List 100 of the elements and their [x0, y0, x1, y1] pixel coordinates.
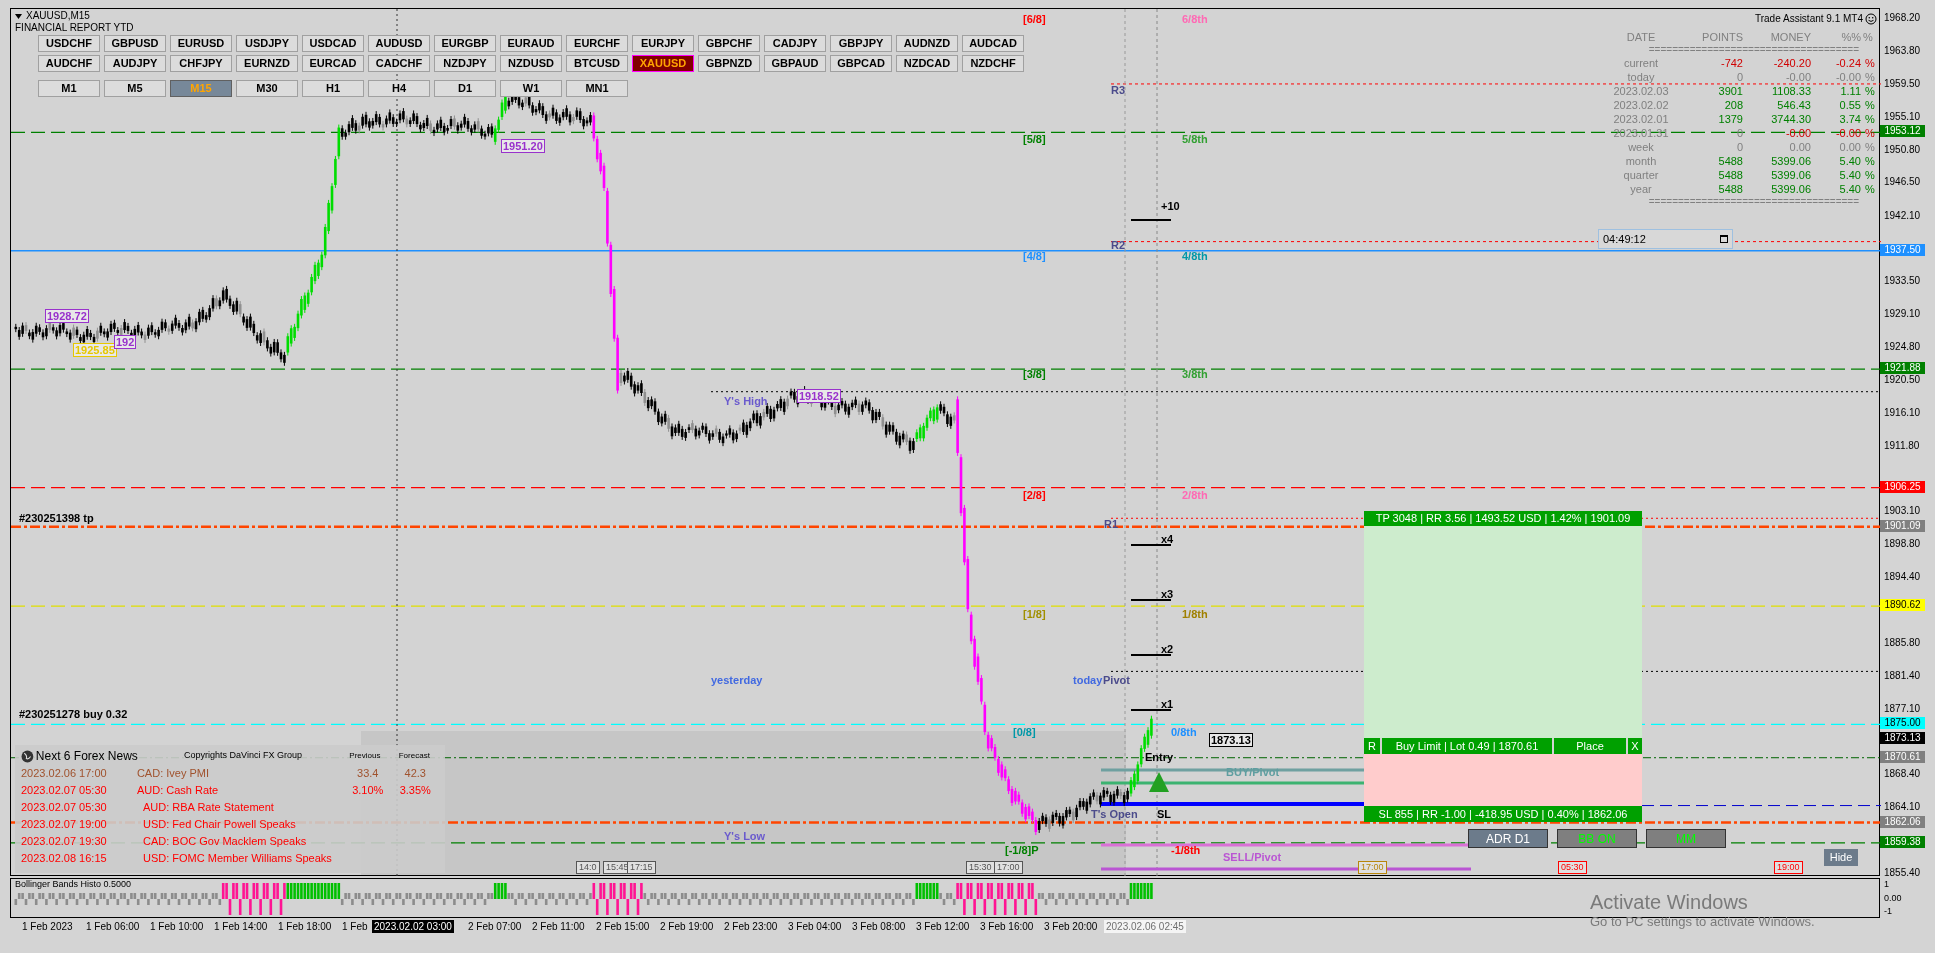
price-tag: 1921.88	[1880, 362, 1925, 375]
symbol-button[interactable]: GBPJPY	[830, 35, 892, 52]
timeframe-button[interactable]: H4	[368, 80, 430, 97]
symbol-button[interactable]: CADJPY	[764, 35, 826, 52]
chart-label: #230251398 tp	[19, 512, 94, 524]
hide-button[interactable]: Hide	[1824, 849, 1858, 866]
chart-label: T's Open	[1091, 808, 1138, 820]
timeframe-button[interactable]: MN1	[566, 80, 628, 97]
symbol-button[interactable]: AUDCHF	[38, 55, 100, 72]
symbol-button[interactable]: USDJPY	[236, 35, 298, 52]
price-label: 1873.13	[1209, 733, 1253, 747]
table-cell-text: 5399.06	[1770, 154, 1811, 168]
symbol-button[interactable]: AUDCAD	[962, 35, 1024, 52]
symbol-button[interactable]: NZDUSD	[500, 55, 562, 72]
price-axis-label: 1911.80	[1884, 439, 1920, 451]
symbol-button[interactable]: EURAUD	[500, 35, 562, 52]
table-cell-text: %	[1864, 56, 1876, 70]
symbol-button[interactable]: EURCAD	[302, 55, 364, 72]
time-axis-label: 1 Feb 14:00	[214, 922, 268, 932]
symbol-button[interactable]: AUDUSD	[368, 35, 430, 52]
chart-label: [2/8]	[1023, 489, 1046, 501]
news-event: AUD: Cash Rate	[136, 783, 220, 798]
chart-label: [-1/8]P	[1005, 844, 1039, 856]
symbol-button[interactable]: EURCHF	[566, 35, 628, 52]
symbol-button[interactable]: AUDNZD	[896, 35, 958, 52]
chart-label: 4/8th	[1182, 250, 1208, 262]
table-cell-text: 5399.06	[1770, 182, 1811, 196]
table-cell-text: 546.43	[1776, 98, 1811, 112]
table-cell-text: 2023.02.03	[1612, 84, 1670, 98]
price-label: 1918.52	[797, 389, 841, 403]
dropdown-icon[interactable]	[15, 13, 22, 19]
time-flag: 17:00	[1358, 861, 1387, 874]
symbol-button[interactable]: GBPNZD	[698, 55, 760, 72]
indicator-axis-label: -1	[1883, 906, 1893, 917]
time-axis-label: 1 Feb	[342, 922, 368, 932]
price-axis-label: 1916.10	[1884, 406, 1921, 418]
price-axis-label: 1924.80	[1884, 340, 1921, 352]
table-cell-text: month	[1624, 154, 1658, 168]
separator-text: ====================================	[1648, 196, 1859, 208]
symbol-button[interactable]: EURGBP	[434, 35, 496, 52]
table-cell-text: 3.74	[1838, 112, 1861, 126]
price-tag: 1870.61	[1880, 750, 1925, 763]
news-title: Next 6 Forex News	[35, 748, 139, 765]
chart-label: x3	[1161, 588, 1174, 600]
symbol-button[interactable]: BTCUSD	[566, 55, 628, 72]
price-axis-label: 1894.40	[1884, 571, 1921, 583]
table-cell-text: week	[1627, 140, 1655, 154]
symbol-button[interactable]: GBPCAD	[830, 55, 892, 72]
price-axis-label: 1885.80	[1884, 636, 1921, 648]
time-axis-label: 2 Feb 07:00	[468, 922, 522, 932]
chart-label: [3/8]	[1023, 368, 1046, 380]
table-cell-text: 5.40	[1838, 168, 1861, 182]
globe-icon	[21, 749, 34, 763]
indicator-axis-label: 1	[1883, 879, 1890, 890]
chart-label: -1/8th	[1171, 844, 1201, 856]
panel-button[interactable]: ADR D1	[1468, 829, 1548, 848]
price-axis-label: 1946.50	[1884, 176, 1921, 188]
timer-field[interactable]: 04:49:12	[1598, 229, 1733, 249]
symbol-button[interactable]: GBPCHF	[698, 35, 760, 52]
price-tag: 1875.00	[1880, 717, 1925, 730]
table-cell-text: today	[1626, 70, 1656, 84]
price-tag: 1862.06	[1880, 815, 1925, 828]
price-axis-label: 1968.20	[1884, 12, 1921, 23]
timeframe-button[interactable]: W1	[500, 80, 562, 97]
news-event: CAD: Ivey PMI	[136, 766, 211, 781]
time-axis-label: 3 Feb 04:00	[788, 922, 842, 932]
chart-label: +10	[1161, 200, 1180, 212]
price-axis-label: 1864.10	[1884, 801, 1921, 813]
symbol-button[interactable]: EURJPY	[632, 35, 694, 52]
timeframe-button[interactable]: M30	[236, 80, 298, 97]
symbol-button[interactable]: NZDCHF	[962, 55, 1024, 72]
symbol-button[interactable]: EURUSD	[170, 35, 232, 52]
timeframe-button[interactable]: M1	[38, 80, 100, 97]
news-previous: 3.10%	[351, 783, 385, 798]
symbol-button[interactable]: NZDJPY	[434, 55, 496, 72]
table-cell-text: 5399.06	[1770, 168, 1811, 182]
chart-label: today	[1073, 674, 1103, 686]
table-cell-text: %	[1864, 126, 1876, 140]
time-flag: 17:00	[994, 861, 1023, 874]
symbol-button[interactable]: CADCHF	[368, 55, 430, 72]
price-label: 1928.72	[45, 309, 89, 323]
table-cell-text: 3744.30	[1770, 112, 1811, 126]
symbol-button[interactable]: EURNZD	[236, 55, 298, 72]
symbol-button[interactable]: GBPUSD	[104, 35, 166, 52]
chart-label: [1/8]	[1023, 608, 1046, 620]
price-axis-label: 1903.10	[1884, 505, 1921, 517]
symbol-button[interactable]: USDCHF	[38, 35, 100, 52]
symbol-button[interactable]: NZDCAD	[896, 55, 958, 72]
news-previous: 33.4	[356, 766, 380, 781]
timeframe-button[interactable]: D1	[434, 80, 496, 97]
timeframe-button[interactable]: M5	[104, 80, 166, 97]
symbol-button[interactable]: CHFJPY	[170, 55, 232, 72]
timeframe-button[interactable]: H1	[302, 80, 364, 97]
symbol-button[interactable]: GBPAUD	[764, 55, 826, 72]
table-cell-text: 3901	[1717, 84, 1743, 98]
table-cell-text: %	[1864, 98, 1876, 112]
symbol-button[interactable]: AUDJPY	[104, 55, 166, 72]
table-cell-text: -742	[1719, 56, 1743, 70]
symbol-button[interactable]: XAUUSD	[632, 55, 694, 72]
symbol-button[interactable]: USDCAD	[302, 35, 364, 52]
